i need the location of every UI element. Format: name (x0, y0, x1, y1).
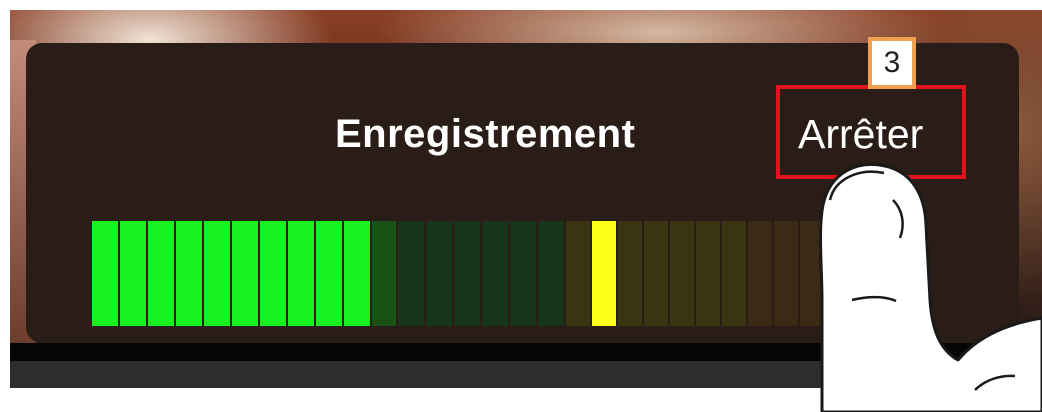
meter-segment (426, 221, 452, 326)
meter-segment (482, 221, 508, 326)
step-number-badge: 3 (868, 37, 916, 89)
meter-segment (748, 221, 772, 326)
meter-segment (800, 221, 824, 326)
audio-level-meter (92, 221, 824, 326)
meter-peak-segment (592, 221, 616, 326)
bottom-divider (10, 343, 1042, 361)
meter-segment (232, 221, 258, 326)
meter-segment (120, 221, 146, 326)
meter-segment (774, 221, 798, 326)
meter-segment (260, 221, 286, 326)
meter-segment (538, 221, 564, 326)
meter-segment (372, 221, 396, 326)
bottom-bar (10, 361, 1042, 388)
meter-segment (566, 221, 590, 326)
stop-button[interactable]: Arrêter (776, 85, 966, 179)
meter-segment (670, 221, 694, 326)
meter-segment (204, 221, 230, 326)
meter-segment (644, 221, 668, 326)
meter-segment (618, 221, 642, 326)
meter-segment (696, 221, 720, 326)
meter-segment (722, 221, 746, 326)
meter-segment (288, 221, 314, 326)
meter-segment (316, 221, 342, 326)
meter-segment (454, 221, 480, 326)
meter-segment (92, 221, 118, 326)
meter-segment (398, 221, 424, 326)
meter-segment (344, 221, 370, 326)
recording-title: Enregistrement (335, 112, 636, 156)
meter-segment (510, 221, 536, 326)
stop-button-label: Arrêter (798, 111, 924, 157)
meter-segment (176, 221, 202, 326)
meter-segment (148, 221, 174, 326)
